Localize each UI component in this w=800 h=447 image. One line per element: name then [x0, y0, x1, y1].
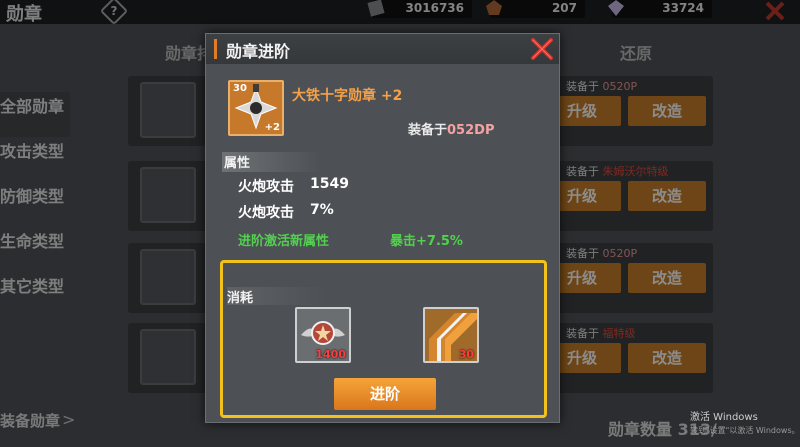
modify-button[interactable]: 改造 — [628, 96, 706, 126]
cost-item[interactable]: 1400 — [295, 307, 351, 363]
row-equipped: 装备于 福特级 — [566, 327, 636, 340]
medal-icon — [140, 329, 196, 385]
modify-button[interactable]: 改造 — [628, 263, 706, 293]
medal-item: 30 +2 — [228, 80, 284, 136]
medal-icon — [140, 167, 196, 223]
column-restore: 还原 — [620, 44, 653, 63]
close-icon[interactable] — [764, 0, 786, 22]
chevron-right-icon[interactable]: > — [62, 410, 75, 429]
cost-panel: 消耗 1400 30 进阶 — [220, 260, 547, 418]
equip-medal-link[interactable]: 装备勋章 — [0, 410, 60, 431]
cost-title: 消耗 — [227, 287, 327, 306]
sidebar: 全部勋章 攻击类型 防御类型 生命类型 其它类型 — [0, 92, 70, 317]
sidebar-item-attack[interactable]: 攻击类型 — [0, 137, 70, 182]
attribute-row: 火炮攻击 1549 — [238, 176, 349, 195]
medal-icon — [140, 249, 196, 305]
sidebar-item-other[interactable]: 其它类型 — [0, 272, 70, 317]
resource-medal: 207 — [486, 0, 585, 18]
sidebar-item-life[interactable]: 生命类型 — [0, 227, 70, 272]
medal-icon — [140, 82, 196, 138]
row-equipped: 装备于 0520P — [566, 80, 638, 93]
modify-button[interactable]: 改造 — [628, 181, 706, 211]
advance-dialog: 勋章进阶 30 +2 大铁十字勋章 +2 装备于052DP 属性 火炮攻击 15… — [205, 33, 560, 423]
row-equipped: 装备于 0520P — [566, 247, 638, 260]
dialog-title: 勋章进阶 — [226, 42, 291, 61]
row-equipped: 装备于 朱姆沃尔特级 — [566, 165, 669, 178]
medal-badge-icon — [486, 0, 502, 15]
unlock-value: 暴击+7.5% — [390, 234, 463, 249]
close-icon[interactable] — [527, 34, 557, 64]
top-bar: 勋章 ? 3016736 207 33724 — [0, 0, 800, 26]
resource-diamond: 33724 — [608, 0, 712, 18]
medal-name: 大铁十字勋章 +2 — [292, 88, 403, 104]
attributes-title: 属性 — [222, 152, 322, 172]
unlock-label: 进阶激活新属性 — [238, 234, 330, 249]
header-accent — [214, 39, 217, 59]
diamond-icon — [608, 0, 624, 16]
cost-item[interactable]: 30 — [423, 307, 479, 363]
modify-button[interactable]: 改造 — [628, 343, 706, 373]
help-icon[interactable]: ? — [99, 0, 129, 26]
screen-title: 勋章 — [6, 4, 42, 25]
equipped-info: 装备于052DP — [408, 123, 495, 138]
advance-button[interactable]: 进阶 — [334, 378, 436, 410]
activation-watermark: 激活 Windows 转到"设置"以激活 Windows。 — [690, 412, 800, 435]
dialog-header: 勋章进阶 — [206, 34, 559, 64]
attribute-row: 火炮攻击 7% — [238, 202, 334, 221]
sidebar-item-defense[interactable]: 防御类型 — [0, 182, 70, 227]
steel-plate-icon — [367, 0, 385, 17]
resource-steel: 3016736 — [367, 0, 472, 18]
sidebar-item-all[interactable]: 全部勋章 — [0, 92, 70, 137]
